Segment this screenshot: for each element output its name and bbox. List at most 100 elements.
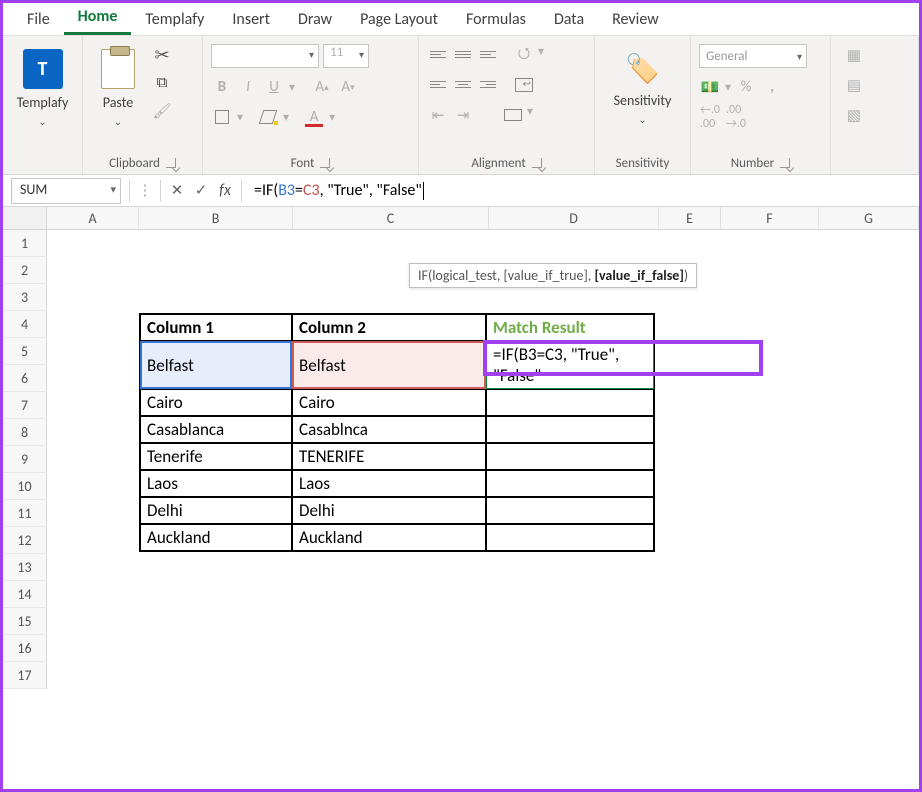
menu-page-layout[interactable]: Page Layout — [346, 6, 452, 35]
increase-decimal-button[interactable]: ←.0.00 — [699, 106, 721, 128]
row-header-9[interactable]: 9 — [3, 446, 47, 473]
decrease-indent-button[interactable]: ⇤ — [427, 104, 449, 126]
format-painter-icon[interactable]: 🖌 — [151, 100, 173, 122]
font-name-select[interactable] — [211, 44, 319, 68]
percent-button[interactable]: % — [735, 76, 757, 98]
row-header-5[interactable]: 5 — [3, 338, 47, 365]
comma-button[interactable]: , — [761, 76, 783, 98]
cell-B3[interactable]: Belfast — [140, 341, 292, 389]
cell-D8[interactable] — [486, 497, 654, 524]
menu-review[interactable]: Review — [598, 6, 673, 35]
col-header-F[interactable]: F — [721, 207, 819, 230]
row-header-13[interactable]: 13 — [3, 554, 47, 581]
format-table-icon[interactable]: ▤ — [843, 74, 865, 96]
sensitivity-button[interactable]: 🏷️ Sensitivity ⌄ — [608, 44, 678, 130]
dialog-launcher-icon[interactable] — [532, 158, 542, 168]
row-header-11[interactable]: 11 — [3, 500, 47, 527]
chevron-down-icon[interactable]: ▾ — [527, 104, 533, 126]
chevron-down-icon[interactable]: ▾ — [237, 110, 243, 125]
data-table[interactable]: Column 1 Column 2 Match Result Belfast B… — [139, 313, 655, 552]
row-header-16[interactable]: 16 — [3, 635, 47, 662]
menu-templafy[interactable]: Templafy — [131, 6, 218, 35]
menu-formulas[interactable]: Formulas — [452, 6, 540, 35]
col-header-E[interactable]: E — [659, 207, 721, 230]
menu-file[interactable]: File — [13, 6, 64, 35]
menu-insert[interactable]: Insert — [218, 6, 284, 35]
copy-icon[interactable]: ⧉ — [151, 72, 173, 94]
row-header-14[interactable]: 14 — [3, 581, 47, 608]
chevron-down-icon[interactable]: ▾ — [283, 110, 289, 125]
row-header-7[interactable]: 7 — [3, 392, 47, 419]
shrink-font-button[interactable]: A▾ — [337, 76, 359, 98]
increase-indent-button[interactable]: ⇥ — [452, 104, 474, 126]
menu-home[interactable]: Home — [64, 3, 132, 35]
table-header-col1[interactable]: Column 1 — [140, 314, 292, 341]
dialog-launcher-icon[interactable] — [166, 158, 176, 168]
wrap-text-button[interactable] — [513, 74, 535, 96]
col-header-G[interactable]: G — [819, 207, 919, 230]
cell-B5[interactable]: Casablanca — [140, 416, 292, 443]
cell-B4[interactable]: Cairo — [140, 389, 292, 416]
align-center-button[interactable] — [452, 74, 474, 96]
align-middle-button[interactable] — [452, 44, 474, 66]
cell-D7[interactable] — [486, 470, 654, 497]
cell-D9[interactable] — [486, 524, 654, 551]
expand-icon[interactable]: ⋮ — [134, 181, 156, 200]
cell-D3-active[interactable]: =IF(B3=C3, "True", "False" — [486, 341, 654, 389]
cell-C3[interactable]: Belfast — [292, 341, 486, 389]
chevron-down-icon[interactable]: ▾ — [289, 80, 295, 95]
menu-data[interactable]: Data — [540, 6, 598, 35]
align-right-button[interactable] — [477, 74, 499, 96]
underline-button[interactable]: U — [263, 76, 285, 98]
menu-draw[interactable]: Draw — [284, 6, 346, 35]
number-format-select[interactable]: General — [699, 44, 807, 68]
cell-C5[interactable]: Casablnca — [292, 416, 486, 443]
chevron-down-icon[interactable]: ▾ — [538, 44, 544, 66]
font-color-button[interactable]: A — [303, 106, 325, 128]
cancel-formula-button[interactable]: ✕ — [165, 181, 189, 200]
fx-button[interactable]: fx — [213, 181, 237, 200]
templafy-button[interactable]: T Templafy ⌄ — [11, 44, 75, 132]
cell-D4[interactable] — [486, 389, 654, 416]
enter-formula-button[interactable]: ✓ — [189, 181, 213, 200]
col-header-A[interactable]: A — [47, 207, 139, 230]
row-header-4[interactable]: 4 — [3, 311, 47, 338]
row-header-17[interactable]: 17 — [3, 662, 47, 689]
select-all-corner[interactable] — [3, 207, 47, 230]
row-header-15[interactable]: 15 — [3, 608, 47, 635]
cell-B7[interactable]: Laos — [140, 470, 292, 497]
name-box[interactable]: SUM — [11, 178, 121, 204]
italic-button[interactable]: I — [237, 76, 259, 98]
cell-D5[interactable] — [486, 416, 654, 443]
cell-C8[interactable]: Delhi — [292, 497, 486, 524]
chevron-down-icon[interactable]: ▾ — [725, 80, 731, 95]
merge-button[interactable] — [502, 104, 524, 126]
orientation-button[interactable]: ⭯ — [513, 44, 535, 66]
align-left-button[interactable] — [427, 74, 449, 96]
paste-button[interactable]: Paste ⌄ — [91, 44, 145, 132]
col-header-C[interactable]: C — [293, 207, 489, 230]
dialog-launcher-icon[interactable] — [320, 158, 330, 168]
bold-button[interactable]: B — [211, 76, 233, 98]
formula-bar[interactable]: =IF(B3=C3, "True", "False" — [246, 179, 919, 202]
cell-B9[interactable]: Auckland — [140, 524, 292, 551]
col-header-B[interactable]: B — [139, 207, 293, 230]
col-header-D[interactable]: D — [489, 207, 659, 230]
row-header-2[interactable]: 2 — [3, 257, 47, 284]
cut-icon[interactable]: ✂ — [154, 44, 169, 66]
align-top-button[interactable] — [427, 44, 449, 66]
dialog-launcher-icon[interactable] — [780, 158, 790, 168]
cell-C9[interactable]: Auckland — [292, 524, 486, 551]
table-header-match[interactable]: Match Result — [486, 314, 654, 341]
row-header-6[interactable]: 6 — [3, 365, 47, 392]
row-header-10[interactable]: 10 — [3, 473, 47, 500]
cell-C7[interactable]: Laos — [292, 470, 486, 497]
align-bottom-button[interactable] — [477, 44, 499, 66]
row-header-3[interactable]: 3 — [3, 284, 47, 311]
cell-D6[interactable] — [486, 443, 654, 470]
chevron-down-icon[interactable]: ▾ — [329, 110, 335, 125]
cell-C4[interactable]: Cairo — [292, 389, 486, 416]
row-header-8[interactable]: 8 — [3, 419, 47, 446]
row-header-12[interactable]: 12 — [3, 527, 47, 554]
cell-C6[interactable]: TENERIFE — [292, 443, 486, 470]
